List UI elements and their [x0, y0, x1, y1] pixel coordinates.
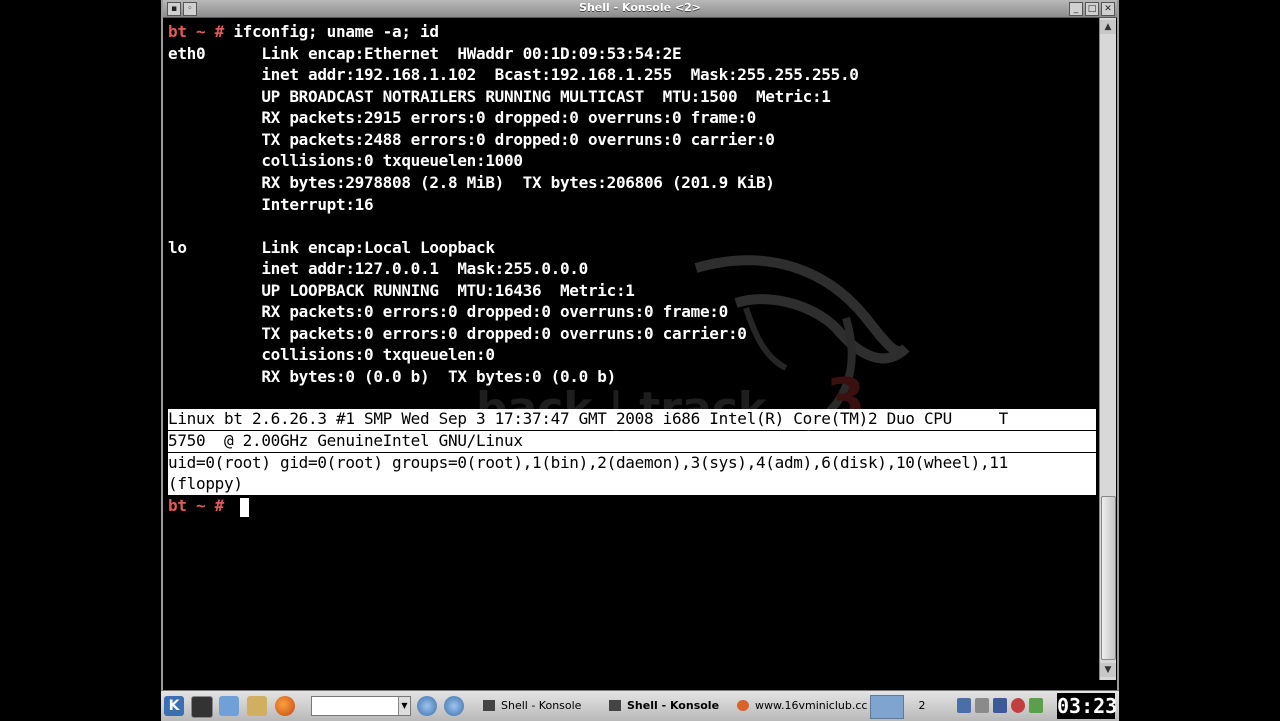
terminal-icon [609, 700, 621, 711]
task-button-active[interactable]: Shell - Konsole [607, 695, 747, 717]
terminal-area[interactable]: back | track 3 bt ~ # ifconfig; uname -a… [166, 18, 1099, 680]
audio-icon[interactable] [1011, 698, 1025, 713]
maximize-icon[interactable]: □ [1085, 2, 1099, 16]
current-prompt-line: bt ~ # [168, 496, 224, 517]
ibeam-cursor-icon: I [265, 483, 270, 499]
task-label: Shell - Konsole [501, 699, 582, 712]
search-input[interactable] [311, 696, 411, 716]
network-icon[interactable] [957, 698, 971, 713]
selected-output-line[interactable]: (floppy) [168, 474, 1096, 495]
output-line: collisions:0 txqueuelen:1000 [168, 151, 523, 170]
update-icon[interactable] [1029, 698, 1043, 713]
arrow-up-icon[interactable]: ▲ [1100, 20, 1116, 34]
selected-output-line[interactable]: 5750 @ 2.00GHz GenuineIntel GNU/Linux [168, 431, 1096, 452]
firefox-icon [737, 700, 749, 711]
prompt: bt ~ # [168, 22, 224, 41]
output-line: TX packets:2488 errors:0 dropped:0 overr… [168, 130, 775, 149]
output-line: collisions:0 txqueuelen:0 [168, 345, 495, 364]
task-button[interactable]: Shell - Konsole [481, 695, 621, 717]
output-line: RX packets:0 errors:0 dropped:0 overruns… [168, 302, 728, 321]
output-line: RX bytes:2978808 (2.8 MiB) TX bytes:2068… [168, 173, 775, 192]
output-line: UP BROADCAST NOTRAILERS RUNNING MULTICAS… [168, 87, 831, 106]
output-line: RX packets:2915 errors:0 dropped:0 overr… [168, 108, 756, 127]
minimize-icon[interactable]: _ [1069, 2, 1083, 16]
tools-icon[interactable] [247, 696, 267, 716]
output-line: UP LOOPBACK RUNNING MTU:16436 Metric:1 [168, 281, 635, 300]
refresh-icon[interactable] [444, 696, 464, 716]
selected-output-line[interactable]: uid=0(root) gid=0(root) groups=0(root),1… [168, 453, 1096, 474]
title-bar[interactable]: ▪ ◦ Shell - Konsole <2> _ □ ✕ [163, 0, 1117, 18]
command-line: bt ~ # ifconfig; uname -a; id [168, 22, 439, 43]
vertical-scrollbar[interactable]: ▲ ▼ [1099, 18, 1116, 680]
firefox-icon[interactable] [275, 696, 295, 716]
text-cursor [240, 498, 249, 517]
desktop-1-button[interactable] [870, 695, 904, 719]
chevron-down-icon[interactable]: ▼ [398, 697, 410, 715]
terminal-icon [483, 700, 495, 711]
k-menu-icon[interactable]: K [164, 696, 184, 716]
display-icon[interactable] [993, 698, 1007, 713]
output-line: TX packets:0 errors:0 dropped:0 overruns… [168, 324, 747, 343]
clipboard-icon[interactable] [975, 698, 989, 713]
output-line: inet addr:127.0.0.1 Mask:255.0.0.0 [168, 259, 588, 278]
task-button[interactable]: www.16vminiclub.cc [735, 695, 879, 717]
selected-output-line[interactable]: Linux bt 2.6.26.3 #1 SMP Wed Sep 3 17:37… [168, 409, 1096, 430]
task-label: www.16vminiclub.cc [755, 699, 868, 712]
output-line: inet addr:192.168.1.102 Bcast:192.168.1.… [168, 65, 859, 84]
output-line: lo Link encap:Local Loopback [168, 238, 495, 257]
desktop-2-button[interactable]: 2 [906, 695, 938, 717]
scrollbar-thumb[interactable] [1101, 496, 1116, 660]
clock[interactable]: 03:23 [1057, 693, 1117, 719]
output-line: eth0 Link encap:Ethernet HWaddr 00:1D:09… [168, 44, 682, 63]
arrow-down-icon[interactable]: ▼ [1100, 663, 1116, 677]
output-line: Interrupt:16 [168, 195, 374, 214]
backtrack-dragon-watermark: back | track 3 [476, 255, 910, 434]
prompt: bt ~ # [168, 496, 224, 515]
reload-icon[interactable] [417, 696, 437, 716]
terminal-icon[interactable] [191, 696, 213, 718]
settings-icon[interactable] [219, 696, 239, 716]
taskbar: K ▼ Shell - Konsole Shell - Konsole www.… [161, 690, 1119, 721]
konsole-window: ▪ ◦ Shell - Konsole <2> _ □ ✕ back | tra… [161, 0, 1119, 690]
output-line: RX bytes:0 (0.0 b) TX bytes:0 (0.0 b) [168, 367, 616, 386]
close-icon[interactable]: ✕ [1101, 2, 1115, 16]
window-title: Shell - Konsole <2> [579, 1, 701, 14]
task-label: Shell - Konsole [627, 699, 720, 712]
command-text: ifconfig; uname -a; id [224, 22, 439, 41]
